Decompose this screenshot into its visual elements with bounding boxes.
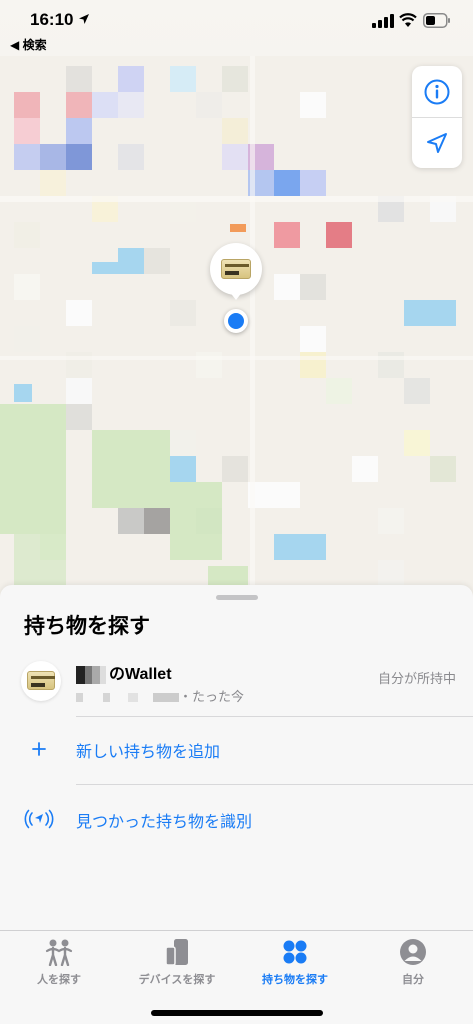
tab-devices-label: デバイスを探す [138, 974, 216, 986]
redacted-owner-name [76, 665, 106, 684]
back-to-search-link[interactable]: ◀ 検索 [10, 36, 47, 53]
add-new-item-label: 新しい持ち物を追加 [76, 744, 221, 761]
add-new-item-row[interactable]: 新しい持ち物を追加 [0, 716, 473, 782]
tab-items[interactable]: 持ち物を探す [236, 931, 354, 991]
items-sheet: 持ち物を探す のWallet ・たった今 自分が所持中 新しい持ち物を追加 見つ… [0, 585, 473, 930]
tab-me-label: 自分 [402, 974, 424, 986]
identify-found-item-label: 見つかった持ち物を識別 [76, 814, 253, 831]
wallet-map-pin[interactable] [210, 243, 262, 300]
sheet-grabber[interactable] [216, 595, 258, 600]
location-services-icon [79, 14, 89, 24]
item-name: のWallet [76, 660, 172, 684]
items-icon [283, 940, 307, 964]
map-controls-divider [412, 117, 462, 118]
row-divider [76, 784, 473, 785]
wallet-card-icon [27, 671, 55, 690]
me-icon [400, 939, 426, 965]
item-status: 自分が所持中 [377, 671, 456, 686]
map-controls [412, 66, 462, 168]
people-icon [45, 939, 73, 966]
wallet-card-icon [221, 259, 251, 279]
devices-icon [165, 939, 188, 966]
tab-items-label: 持ち物を探す [262, 974, 328, 986]
wallet-item-row[interactable]: のWallet ・たった今 自分が所持中 [0, 650, 473, 716]
wallet-avatar [21, 661, 61, 701]
current-location-dot [224, 309, 248, 333]
tab-me[interactable]: 自分 [354, 931, 472, 991]
wifi-icon [399, 13, 417, 27]
map-view[interactable] [0, 0, 473, 610]
tab-people-label: 人を探す [37, 974, 81, 986]
info-icon[interactable] [424, 79, 450, 105]
item-location-time: ・たった今 [76, 686, 244, 705]
status-bar: 16:10 ◀ 検索 [0, 0, 473, 56]
cellular-signal-icon [372, 14, 394, 28]
plus-icon [32, 742, 46, 756]
tab-devices[interactable]: デバイスを探す [118, 931, 236, 991]
identify-broadcast-icon [24, 809, 54, 829]
sheet-title: 持ち物を探す [24, 615, 150, 638]
redacted-address [76, 693, 179, 703]
item-time-text: ・たった今 [179, 689, 245, 704]
identify-found-item-row[interactable]: 見つかった持ち物を識別 [0, 786, 473, 852]
battery-icon [423, 13, 450, 28]
item-name-text: のWallet [109, 666, 172, 683]
location-arrow-icon[interactable] [425, 131, 449, 155]
status-time: 16:10 [30, 10, 74, 29]
home-indicator [151, 1010, 323, 1016]
tab-people[interactable]: 人を探す [0, 931, 118, 991]
